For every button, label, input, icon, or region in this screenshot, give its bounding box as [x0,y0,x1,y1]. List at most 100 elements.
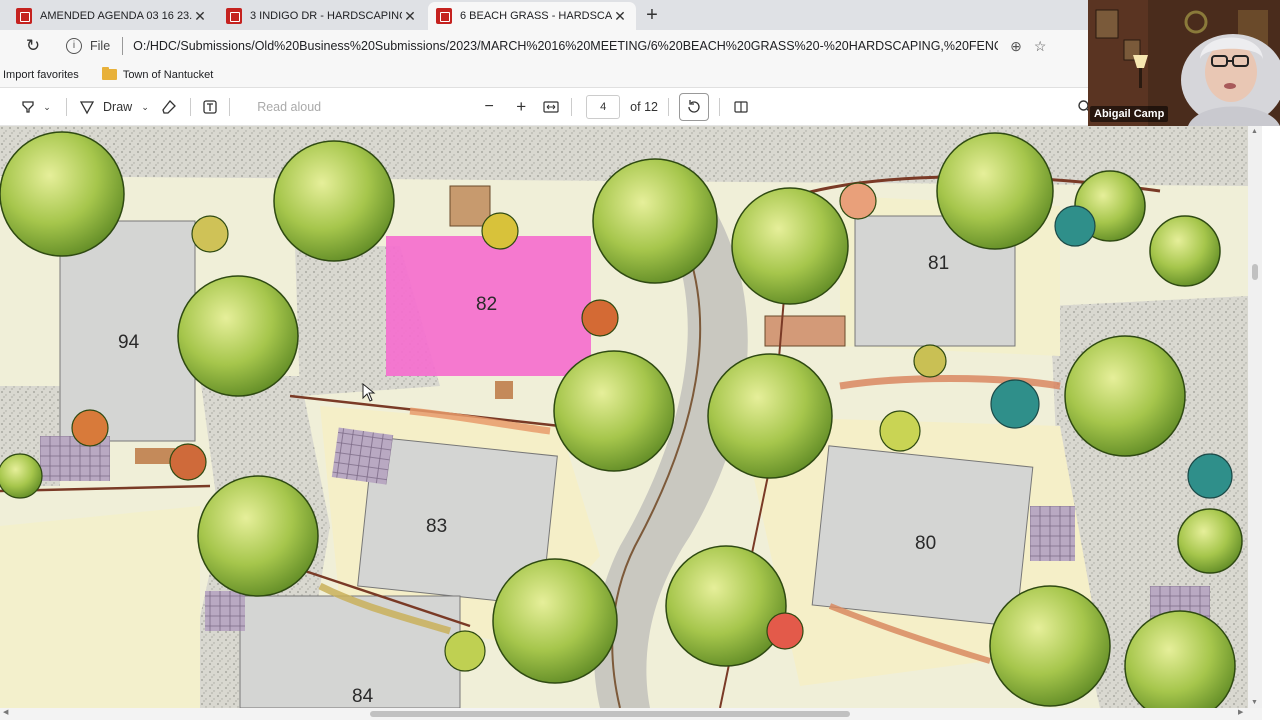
pdf-page-viewport[interactable]: 94 82 81 83 80 84 [0,126,1248,708]
lot-number: 84 [352,686,374,707]
zoom-icon[interactable]: ⊕ [1010,38,1022,55]
tree [766,612,804,650]
lawn [0,506,200,708]
new-tab-button[interactable]: + [638,2,666,30]
address-bar[interactable]: i File O:/HDC/Submissions/Old%20Business… [66,32,1106,60]
tree [553,350,675,472]
tree [0,453,43,499]
horizontal-scrollbar[interactable]: ◀ ▶ [0,708,1262,720]
lot-number: 81 [928,253,949,274]
info-icon[interactable]: i [66,38,82,54]
window-edge [1262,126,1280,720]
deck [449,185,491,227]
scrollbar-thumb[interactable] [1252,264,1258,280]
divider [667,98,669,116]
tree [1187,453,1233,499]
text-box-icon[interactable] [201,93,219,121]
rotate-icon[interactable] [678,93,709,121]
tree [879,410,921,452]
tree [71,409,109,447]
vertical-scrollbar[interactable]: ▲ ▼ [1248,126,1262,708]
pdf-icon [436,8,452,24]
folder-icon [101,67,117,80]
paver-patio [205,591,245,631]
url-text[interactable]: O:/HDC/Submissions/Old%20Business%20Subm… [133,39,998,53]
tree [665,545,787,667]
draw-button[interactable]: Draw [103,93,132,121]
paver-patio [331,427,394,485]
eraser-icon[interactable] [158,93,180,121]
divider [229,98,231,116]
tree [913,344,947,378]
close-icon[interactable]: ✕ [192,8,208,25]
deck [135,448,175,464]
pdf-icon [16,8,32,24]
zoom-in-icon[interactable]: + [511,93,531,121]
close-icon[interactable]: ✕ [612,8,628,25]
scheme-label: File [90,39,111,53]
read-aloud-button[interactable]: Read aloud [254,93,324,121]
tree [1177,508,1243,574]
tree [1149,215,1221,287]
divider [190,98,192,116]
tree [581,299,619,337]
pdf-icon [226,8,242,24]
divider [66,98,67,116]
scroll-up-icon[interactable]: ▲ [1251,128,1258,135]
paver-patio [1030,506,1075,561]
import-favorites-link[interactable]: Import favorites [3,69,79,81]
favorite-add-icon[interactable]: ☆ [1034,38,1047,55]
tree [707,353,833,479]
reload-icon[interactable]: ↻ [18,36,48,56]
participant-name: Abigail Camp [1090,106,1169,122]
lot-number: 82 [476,294,497,315]
page-view-icon[interactable] [730,93,752,121]
import-favorites-label: Import favorites [3,68,79,81]
bookmark-folder[interactable]: Town of Nantucket [101,67,214,81]
tree [169,443,207,481]
page-total: of 12 [630,100,658,114]
tree [592,158,718,284]
scroll-down-icon[interactable]: ▼ [1251,699,1258,706]
scrollbar-thumb[interactable] [370,711,850,717]
tree [177,275,299,397]
draw-icon[interactable] [77,93,97,121]
tree [273,140,395,262]
close-icon[interactable]: ✕ [402,8,418,25]
divider [122,37,124,55]
tab-agenda[interactable]: AMENDED AGENDA 03 16 23.pdf ✕ [8,2,216,30]
highlight-icon[interactable] [18,93,38,121]
page-number-input[interactable]: 4 [586,95,621,119]
zoom-out-icon[interactable]: − [479,93,499,121]
divider [718,98,720,116]
tree [0,131,125,257]
scroll-left-icon[interactable]: ◀ [3,708,8,716]
tree [839,182,877,220]
tree [990,379,1040,429]
tree [731,187,849,305]
site-plan-drawing: 94 82 81 83 80 84 [0,126,1248,708]
deck [495,381,513,399]
chevron-down-icon[interactable]: ⌄ [38,93,56,121]
tree [492,558,618,684]
tree [444,630,486,672]
tree [481,212,519,250]
browser-window: AMENDED AGENDA 03 16 23.pdf ✕ 3 INDIGO D… [0,0,1280,720]
lot-number: 80 [915,533,936,554]
fit-width-icon[interactable] [541,93,561,121]
deck [764,315,846,347]
tree [1064,335,1186,457]
divider [571,98,573,116]
tab-title: 6 BEACH GRASS - HARDSCAPING [460,10,612,22]
tab-title: AMENDED AGENDA 03 16 23.pdf [40,10,192,22]
tab-title: 3 INDIGO DR - HARDSCAPING, F [250,10,402,22]
tree [197,475,319,597]
scroll-right-icon[interactable]: ▶ [1238,708,1243,716]
tab-beach-grass[interactable]: 6 BEACH GRASS - HARDSCAPING ✕ [428,2,636,30]
lot-number: 94 [118,332,140,353]
bookmark-folder-label: Town of Nantucket [122,68,214,81]
webcam-overlay: Abigail Camp [1088,0,1280,126]
tree [1054,205,1096,247]
tab-indigo[interactable]: 3 INDIGO DR - HARDSCAPING, F ✕ [218,2,426,30]
chevron-down-icon[interactable]: ⌄ [132,93,158,121]
